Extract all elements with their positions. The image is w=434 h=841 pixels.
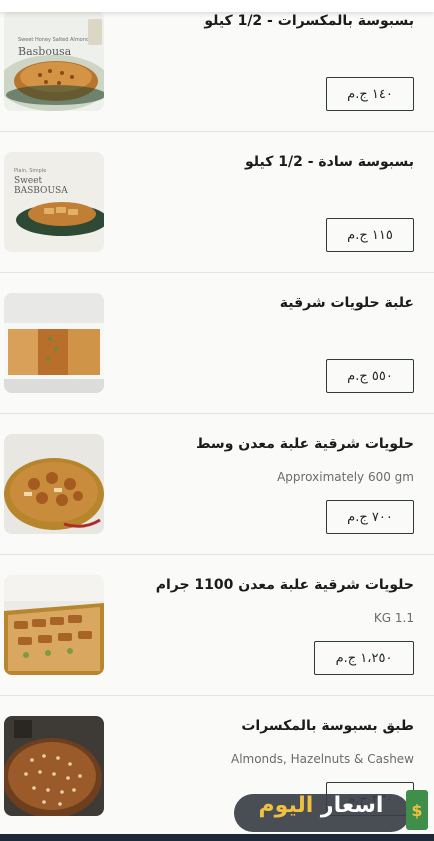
watermark-logo: $ اسعار اليوم	[232, 786, 432, 838]
product-description: Approximately 600 gm	[277, 470, 414, 484]
product-image-metal-box-large[interactable]	[4, 575, 104, 675]
menu-item[interactable]: Plain, Simple Sweet BASBOUSA بسبوسة سادة…	[0, 132, 434, 273]
product-image-metal-box-medium[interactable]	[4, 434, 104, 534]
menu-item[interactable]: Sweet Honey Salted Almond Basbousa بسبوس…	[0, 0, 434, 132]
product-image-basbousa-plain[interactable]: Plain, Simple Sweet BASBOUSA	[4, 152, 104, 252]
top-bar	[0, 0, 434, 12]
price-tag[interactable]: ٥٥٠ ج.م	[326, 359, 414, 393]
svg-text:Plain, Simple: Plain, Simple	[14, 168, 46, 174]
svg-text:BASBOUSA: BASBOUSA	[14, 186, 68, 196]
product-image-basbousa-tray[interactable]	[4, 716, 104, 816]
price-tag[interactable]: ١،٢٥٠ ج.م	[314, 641, 414, 675]
watermark-text-part2: اليوم	[258, 793, 314, 818]
product-description: KG 1.1	[373, 611, 414, 625]
svg-text:Sweet Honey Salted Almond: Sweet Honey Salted Almond	[18, 37, 89, 43]
svg-text:$: $	[411, 801, 422, 820]
product-title: بسبوسة سادة - 1/2 كيلو	[244, 154, 414, 170]
svg-text:Basbousa: Basbousa	[18, 45, 72, 58]
menu-item[interactable]: حلويات شرقية علبة معدن 1100 جرام KG 1.1 …	[0, 555, 434, 696]
svg-text:Sweet: Sweet	[14, 176, 43, 186]
product-image-basbousa-nuts[interactable]: Sweet Honey Salted Almond Basbousa	[4, 11, 104, 111]
product-title: بسبوسة بالمكسرات - 1/2 كيلو	[204, 13, 414, 29]
price-tag[interactable]: ٧٠٠ ج.م	[326, 500, 414, 534]
product-title: حلويات شرقية علبة معدن وسط	[195, 436, 414, 452]
product-title: حلويات شرقية علبة معدن 1100 جرام	[155, 577, 414, 593]
product-image-sweets-box[interactable]	[4, 293, 104, 393]
price-tag[interactable]: ١٤٠ ج.م	[326, 77, 414, 111]
product-description: Almonds, Hazelnuts & Cashew	[230, 752, 414, 766]
price-tag[interactable]: ١١٥ ج.م	[326, 218, 414, 252]
product-title: علبة حلويات شرقية	[279, 295, 414, 311]
menu-list: Sweet Honey Salted Almond Basbousa بسبوس…	[0, 0, 434, 837]
product-title: طبق بسبوسة بالمكسرات	[241, 718, 414, 734]
menu-item[interactable]: حلويات شرقية علبة معدن وسط Approximately…	[0, 414, 434, 555]
menu-item[interactable]: علبة حلويات شرقية ٥٥٠ ج.م	[0, 273, 434, 414]
watermark-text-part1: اسعار	[320, 793, 384, 818]
